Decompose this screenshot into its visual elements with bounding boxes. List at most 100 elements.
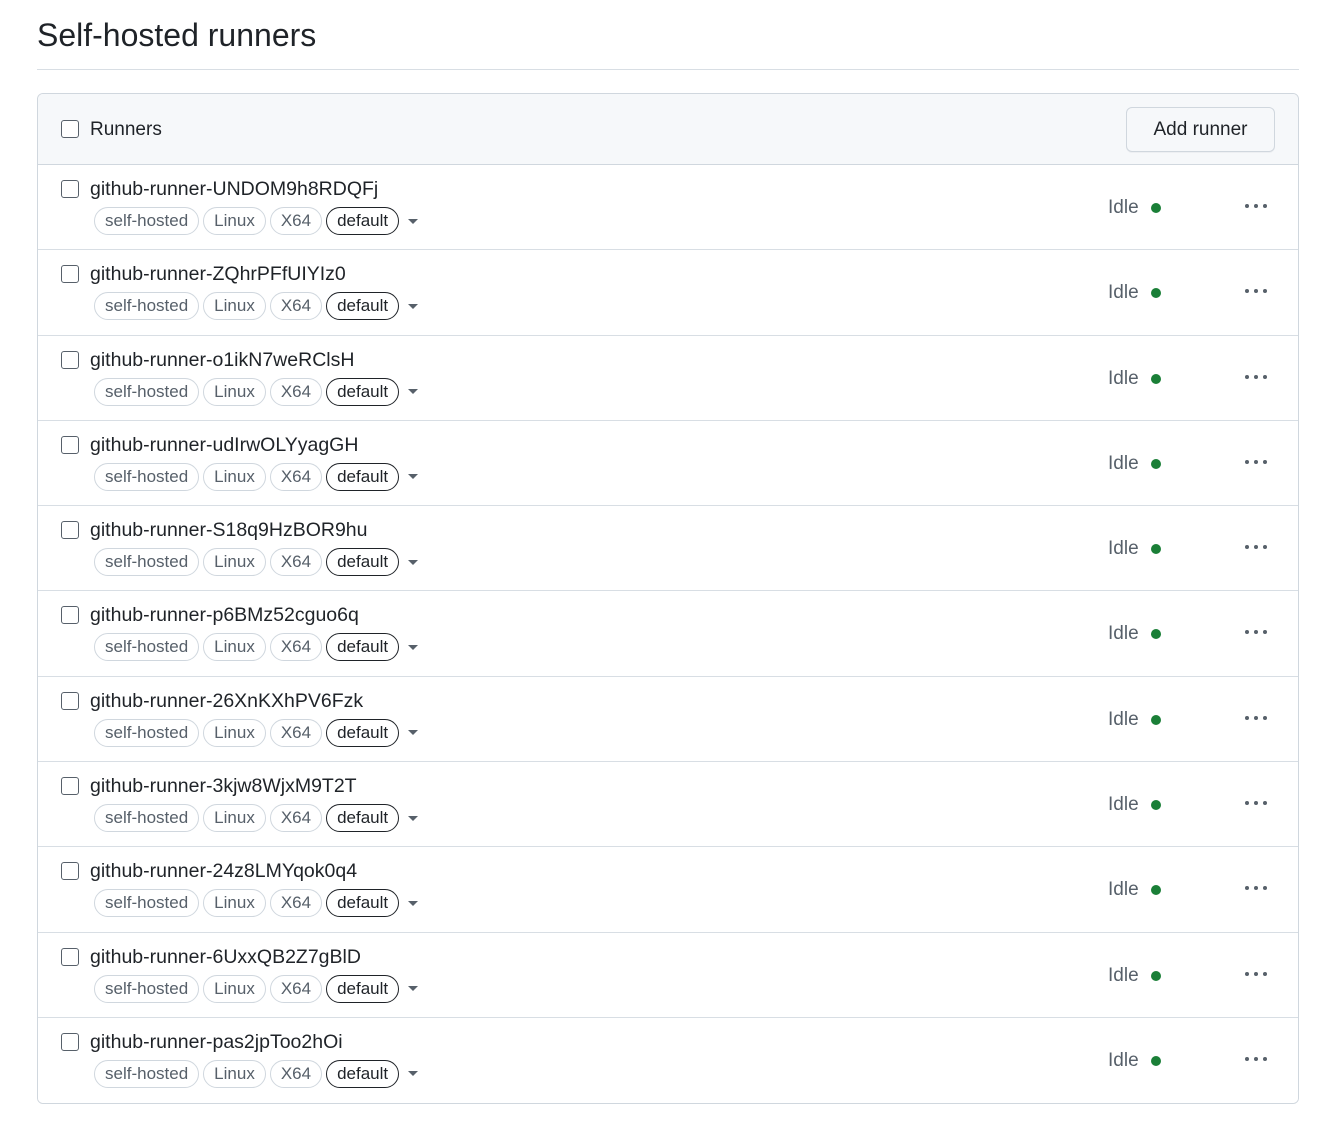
label-os: Linux	[203, 889, 266, 918]
label-self-hosted: self-hosted	[94, 462, 200, 491]
select-all-checkbox[interactable]	[61, 120, 79, 138]
runner-row: github-runner-pas2jpToo2hOi self-hosted …	[38, 1017, 1298, 1104]
runner-row: github-runner-UNDOM9h8RDQFj self-hosted …	[38, 165, 1298, 251]
runner-name[interactable]: github-runner-6UxxQB2Z7gBlD	[90, 945, 361, 969]
runner-labels: self-hosted Linux X64 default	[94, 462, 419, 491]
more-options-icon[interactable]	[1245, 797, 1267, 809]
runner-name[interactable]: github-runner-pas2jpToo2hOi	[90, 1030, 343, 1054]
more-options-icon[interactable]	[1245, 371, 1267, 383]
runner-checkbox[interactable]	[61, 435, 79, 454]
runner-group-label[interactable]: default	[326, 462, 400, 491]
chevron-down-icon[interactable]	[408, 815, 419, 821]
runner-name[interactable]: github-runner-p6BMz52cguo6q	[90, 603, 359, 627]
runner-checkbox[interactable]	[61, 521, 79, 540]
status-dot-icon	[1150, 714, 1161, 725]
status-dot-icon	[1150, 800, 1161, 811]
runner-group-label[interactable]: default	[326, 804, 400, 833]
chevron-down-icon[interactable]	[408, 730, 419, 736]
more-options-icon[interactable]	[1245, 968, 1267, 980]
runner-name[interactable]: github-runner-ZQhrPFfUIYIz0	[90, 262, 346, 286]
runner-group-label[interactable]: default	[326, 377, 400, 406]
label-os: Linux	[203, 974, 266, 1003]
runner-name[interactable]: github-runner-udIrwOLYyagGH	[90, 433, 358, 457]
runner-checkbox[interactable]	[61, 350, 79, 369]
runner-labels: self-hosted Linux X64 default	[94, 207, 419, 235]
more-options-icon[interactable]	[1245, 200, 1267, 212]
label-self-hosted: self-hosted	[94, 548, 200, 577]
runner-checkbox[interactable]	[61, 265, 79, 284]
status-dot-icon	[1150, 288, 1161, 299]
runner-checkbox[interactable]	[61, 777, 79, 796]
runner-labels: self-hosted Linux X64 default	[94, 1059, 419, 1088]
runner-group-label[interactable]: default	[326, 889, 400, 918]
status-text: Idle	[1108, 1049, 1139, 1071]
runner-name[interactable]: github-runner-o1ikN7weRClsH	[90, 348, 354, 372]
add-runner-button[interactable]: Add runner	[1126, 107, 1275, 152]
runner-group-label[interactable]: default	[326, 292, 400, 321]
runner-group-label[interactable]: default	[326, 1059, 400, 1088]
label-arch: X64	[269, 292, 323, 321]
chevron-down-icon[interactable]	[408, 474, 419, 480]
label-self-hosted: self-hosted	[94, 207, 200, 235]
status-text: Idle	[1108, 367, 1139, 389]
status-dot-icon	[1150, 203, 1161, 213]
runner-checkbox[interactable]	[61, 1032, 79, 1051]
more-options-icon[interactable]	[1245, 541, 1267, 553]
runner-list: github-runner-UNDOM9h8RDQFj self-hosted …	[38, 165, 1298, 1104]
runner-status: Idle	[1108, 794, 1161, 816]
status-text: Idle	[1108, 282, 1139, 304]
runner-checkbox[interactable]	[61, 606, 79, 625]
chevron-down-icon[interactable]	[408, 644, 419, 650]
runner-group-label[interactable]: default	[326, 974, 400, 1003]
chevron-down-icon[interactable]	[408, 900, 419, 906]
runner-name[interactable]: github-runner-S18q9HzBOR9hu	[90, 518, 368, 542]
chevron-down-icon[interactable]	[408, 1071, 419, 1077]
runner-name[interactable]: github-runner-26XnKXhPV6Fzk	[90, 689, 363, 713]
runner-checkbox[interactable]	[61, 691, 79, 710]
runner-status: Idle	[1108, 453, 1161, 475]
chevron-down-icon[interactable]	[408, 559, 419, 565]
label-os: Linux	[203, 548, 266, 577]
runner-labels: self-hosted Linux X64 default	[94, 804, 419, 833]
chevron-down-icon[interactable]	[408, 218, 419, 224]
label-arch: X64	[269, 207, 323, 235]
status-dot-icon	[1150, 544, 1161, 555]
label-os: Linux	[203, 804, 266, 833]
label-arch: X64	[269, 889, 323, 918]
label-self-hosted: self-hosted	[94, 804, 200, 833]
runner-status: Idle	[1108, 538, 1161, 560]
runner-group-label[interactable]: default	[326, 548, 400, 577]
more-options-icon[interactable]	[1245, 882, 1267, 894]
runner-labels: self-hosted Linux X64 default	[94, 974, 419, 1003]
chevron-down-icon[interactable]	[408, 986, 419, 992]
runner-name[interactable]: github-runner-3kjw8WjxM9T2T	[90, 774, 357, 798]
label-arch: X64	[269, 974, 323, 1003]
status-text: Idle	[1108, 623, 1139, 645]
runner-checkbox[interactable]	[61, 862, 79, 881]
label-self-hosted: self-hosted	[94, 974, 200, 1003]
chevron-down-icon[interactable]	[408, 389, 419, 395]
more-options-icon[interactable]	[1245, 456, 1267, 468]
more-options-icon[interactable]	[1245, 285, 1267, 297]
status-text: Idle	[1108, 538, 1139, 560]
runner-status: Idle	[1108, 282, 1161, 304]
more-options-icon[interactable]	[1245, 1053, 1267, 1065]
status-text: Idle	[1108, 964, 1139, 986]
more-options-icon[interactable]	[1245, 712, 1267, 724]
runner-row: github-runner-udIrwOLYyagGH self-hosted …	[38, 420, 1298, 507]
runner-group-label[interactable]: default	[326, 718, 400, 747]
runner-labels: self-hosted Linux X64 default	[94, 889, 419, 918]
runner-name[interactable]: github-runner-UNDOM9h8RDQFj	[90, 177, 378, 201]
more-options-icon[interactable]	[1245, 626, 1267, 638]
runner-checkbox[interactable]	[61, 947, 79, 966]
runner-checkbox[interactable]	[61, 180, 79, 198]
runner-group-label[interactable]: default	[326, 207, 400, 235]
label-arch: X64	[269, 462, 323, 491]
runner-row: github-runner-24z8LMYqok0q4 self-hosted …	[38, 847, 1298, 933]
chevron-down-icon[interactable]	[408, 303, 419, 309]
runner-name[interactable]: github-runner-24z8LMYqok0q4	[90, 859, 357, 883]
runners-panel-header: Runners Add runner	[38, 94, 1298, 165]
label-os: Linux	[203, 1059, 266, 1088]
label-self-hosted: self-hosted	[94, 889, 200, 918]
runner-group-label[interactable]: default	[326, 633, 400, 662]
